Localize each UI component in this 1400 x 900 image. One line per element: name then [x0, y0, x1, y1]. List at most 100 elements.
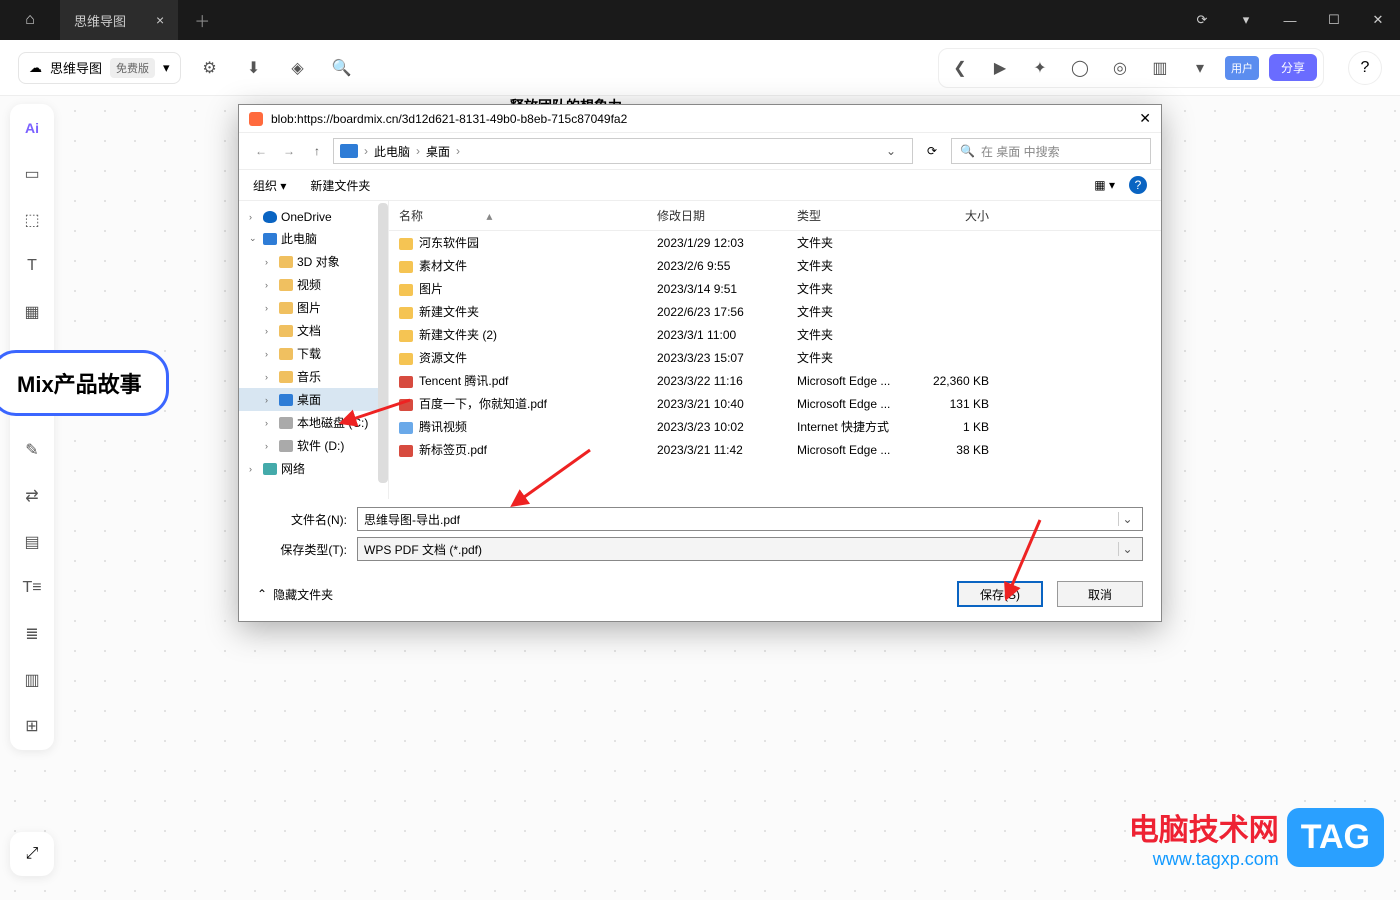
scrollbar-thumb[interactable] — [378, 203, 388, 483]
share-button[interactable]: 分享 — [1269, 54, 1317, 81]
file-row[interactable]: 资源文件2023/3/23 15:07文件夹 — [389, 346, 1161, 369]
flow-tool[interactable]: ⇄ — [18, 482, 46, 510]
mindmap-root-node[interactable]: Mix产品故事 — [0, 350, 169, 416]
more-icon[interactable]: ▾ — [1185, 53, 1215, 83]
file-row[interactable]: 图片2023/3/14 9:51文件夹 — [389, 277, 1161, 300]
download-icon[interactable]: ⬇ — [239, 53, 269, 83]
filename-dropdown-icon[interactable]: ⌄ — [1118, 512, 1136, 526]
tag-icon[interactable]: ◈ — [283, 53, 313, 83]
grid-tool[interactable]: ▥ — [18, 666, 46, 694]
table-tool[interactable]: ▤ — [18, 528, 46, 556]
tree-item[interactable]: ›音乐 — [239, 365, 388, 388]
refresh-icon[interactable]: ⟳ — [1180, 12, 1224, 28]
sort-icon[interactable]: ▴ — [486, 209, 492, 223]
breadcrumb-dropdown-icon[interactable]: ⌄ — [876, 144, 906, 158]
nav-up-icon[interactable]: ↑ — [305, 144, 329, 158]
help-icon[interactable]: ? — [1348, 51, 1382, 85]
close-icon[interactable]: ✕ — [1356, 12, 1400, 28]
col-type[interactable]: 类型 — [787, 201, 909, 230]
col-size[interactable]: 大小 — [909, 201, 999, 230]
app-icon — [249, 112, 263, 126]
dialog-nav: ← → ↑ › 此电脑 › 桌面 › ⌄ ⟳ 🔍 在 桌面 中搜索 — [239, 133, 1161, 169]
filetype-select[interactable]: WPS PDF 文档 (*.pdf) ⌄ — [357, 537, 1143, 561]
collapse-icon[interactable]: ❮ — [945, 53, 975, 83]
file-row[interactable]: 河东软件园2023/1/29 12:03文件夹 — [389, 231, 1161, 254]
play-icon[interactable]: ▶ — [985, 53, 1015, 83]
file-list[interactable]: 名称 ▴ 修改日期 类型 大小 河东软件园2023/1/29 12:03文件夹素… — [389, 201, 1161, 499]
tree-item[interactable]: ›本地磁盘 (C:) — [239, 411, 388, 434]
breadcrumb-folder[interactable]: 桌面 — [426, 143, 450, 160]
search-input[interactable]: 🔍 在 桌面 中搜索 — [951, 138, 1151, 164]
search-icon[interactable]: 🔍 — [327, 53, 357, 83]
file-row[interactable]: 新标签页.pdf2023/3/21 11:42Microsoft Edge ..… — [389, 438, 1161, 461]
target-icon[interactable]: ◎ — [1105, 53, 1135, 83]
cancel-button[interactable]: 取消 — [1057, 581, 1143, 607]
col-name[interactable]: 名称 — [399, 209, 423, 223]
file-row[interactable]: 新建文件夹2022/6/23 17:56文件夹 — [389, 300, 1161, 323]
nav-refresh-icon[interactable]: ⟳ — [917, 144, 947, 158]
text-tool[interactable]: T — [18, 252, 46, 280]
file-row[interactable]: 百度一下，你就知道.pdf2023/3/21 10:40Microsoft Ed… — [389, 392, 1161, 415]
list-tool[interactable]: ≣ — [18, 620, 46, 648]
nav-back-icon[interactable]: ← — [249, 144, 273, 158]
dropdown-icon[interactable]: ▾ — [1224, 12, 1268, 28]
doc-title: 思维导图 — [50, 58, 102, 77]
chart-icon[interactable]: ▥ — [1145, 53, 1175, 83]
settings-icon[interactable]: ⚙ — [195, 53, 225, 83]
fit-view-button[interactable]: ⤢ — [10, 832, 54, 876]
dialog-close-icon[interactable]: ✕ — [1139, 110, 1151, 127]
file-row[interactable]: Tencent 腾讯.pdf2023/3/22 11:16Microsoft E… — [389, 369, 1161, 392]
organize-menu[interactable]: 组织 ▾ — [253, 177, 286, 194]
sticky-tool[interactable]: ▦ — [18, 298, 46, 326]
view-mode-icon[interactable]: ▦ ▾ — [1094, 178, 1115, 192]
minimize-icon[interactable]: — — [1268, 13, 1312, 28]
maximize-icon[interactable]: ☐ — [1312, 12, 1356, 28]
new-tab-button[interactable]: ＋ — [178, 8, 226, 32]
chevron-up-icon: ⌃ — [257, 587, 267, 601]
user-button[interactable]: 用户 — [1225, 56, 1259, 80]
file-row[interactable]: 素材文件2023/2/6 9:55文件夹 — [389, 254, 1161, 277]
tree-item[interactable]: ›软件 (D:) — [239, 434, 388, 457]
filename-input[interactable]: 思维导图-导出.pdf ⌄ — [357, 507, 1143, 531]
file-row[interactable]: 新建文件夹 (2)2023/3/1 11:00文件夹 — [389, 323, 1161, 346]
tab-close-icon[interactable]: × — [156, 12, 164, 28]
tree-item[interactable]: ⌄此电脑 — [239, 227, 388, 250]
document-crumb[interactable]: ☁ 思维导图 免费版 ▾ — [18, 52, 181, 84]
hide-folders-toggle[interactable]: ⌃ 隐藏文件夹 — [257, 586, 333, 603]
sparkle-icon[interactable]: ✦ — [1025, 53, 1055, 83]
breadcrumb-root[interactable]: 此电脑 — [374, 143, 410, 160]
browser-tab[interactable]: 思维导图 × — [60, 0, 178, 40]
folder-tree[interactable]: ›OneDrive⌄此电脑›3D 对象›视频›图片›文档›下载›音乐›桌面›本地… — [239, 201, 389, 499]
tree-item[interactable]: ›3D 对象 — [239, 250, 388, 273]
watermark-title: 电脑技术网 — [1129, 805, 1279, 849]
textblock-tool[interactable]: T≡ — [18, 574, 46, 602]
tree-item[interactable]: ›图片 — [239, 296, 388, 319]
tree-item[interactable]: ›网络 — [239, 457, 388, 480]
ai-tool[interactable]: Ai — [18, 114, 46, 142]
tree-item[interactable]: ›视频 — [239, 273, 388, 296]
nav-forward-icon[interactable]: → — [277, 144, 301, 158]
shapes-tool[interactable]: ⊞ — [18, 712, 46, 740]
rect-tool[interactable]: ▭ — [18, 160, 46, 188]
filetype-dropdown-icon[interactable]: ⌄ — [1118, 542, 1136, 556]
file-row[interactable]: 腾讯视频2023/3/23 10:02Internet 快捷方式1 KB — [389, 415, 1161, 438]
tree-item[interactable]: ›OneDrive — [239, 207, 388, 227]
tree-item[interactable]: ›下载 — [239, 342, 388, 365]
file-list-header[interactable]: 名称 ▴ 修改日期 类型 大小 — [389, 201, 1161, 231]
tree-item[interactable]: ›桌面 — [239, 388, 388, 411]
pc-icon — [340, 144, 358, 158]
save-button[interactable]: 保存(S) — [957, 581, 1043, 607]
circle-icon[interactable]: ◯ — [1065, 53, 1095, 83]
pen-tool[interactable]: ✎ — [18, 436, 46, 464]
chevron-down-icon[interactable]: ▾ — [163, 60, 170, 76]
new-folder-button[interactable]: 新建文件夹 — [310, 177, 370, 194]
breadcrumb[interactable]: › 此电脑 › 桌面 › ⌄ — [333, 138, 913, 164]
cloud-icon: ☁ — [29, 60, 42, 76]
col-date[interactable]: 修改日期 — [647, 201, 787, 230]
frame-tool[interactable]: ⬚ — [18, 206, 46, 234]
home-icon[interactable]: ⌂ — [0, 11, 60, 29]
help-icon[interactable]: ? — [1129, 176, 1147, 194]
tree-item[interactable]: ›文档 — [239, 319, 388, 342]
dialog-title: blob:https://boardmix.cn/3d12d621-8131-4… — [271, 112, 627, 126]
watermark: 电脑技术网 www.tagxp.com TAG — [1129, 805, 1384, 870]
